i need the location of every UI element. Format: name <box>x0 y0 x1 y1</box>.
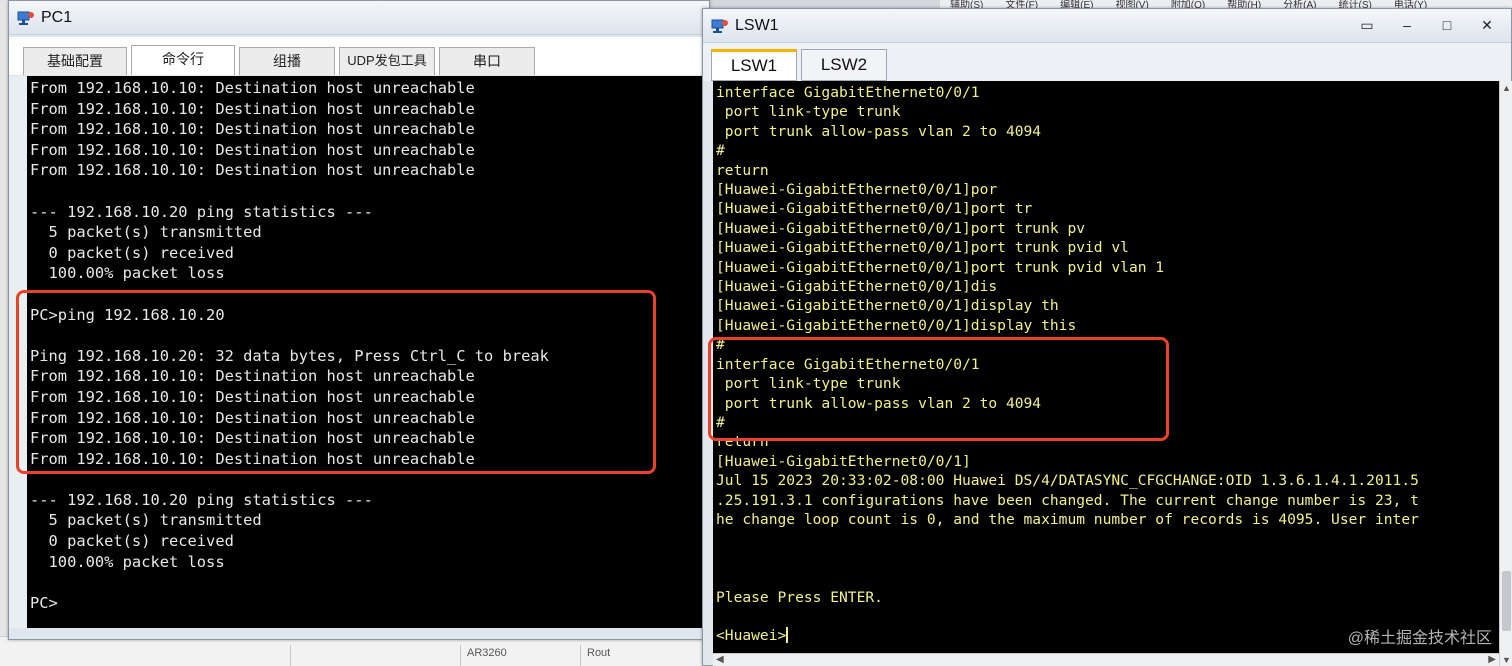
terminal-line: Ping 192.168.10.20: 32 data bytes, Press… <box>30 346 549 365</box>
terminal-line: interface GigabitEthernet0/0/1 <box>716 355 980 373</box>
tab-lsw1[interactable]: LSW1 <box>711 49 797 81</box>
terminal-line: .25.191.3.1 configurations have been cha… <box>716 491 1419 509</box>
minimize-button[interactable]: – <box>1393 15 1421 35</box>
terminal-line: From 192.168.10.10: Destination host unr… <box>30 161 475 180</box>
maximize-button[interactable]: □ <box>1433 15 1461 35</box>
terminal-line: From 192.168.10.10: Destination host unr… <box>30 367 475 386</box>
terminal-line: PC> <box>30 593 58 612</box>
pc1-window: PC1 基础配置 命令行 组播 UDP发包工具 串口 From 192.168.… <box>8 0 710 640</box>
scroll-right-icon[interactable]: ▶ <box>1488 654 1496 665</box>
ensp-app-icon <box>17 11 34 25</box>
terminal-line: 0 packet(s) received <box>30 532 234 551</box>
terminal-line: port trunk allow-pass vlan 2 to 4094 <box>716 122 1042 140</box>
tab-multicast[interactable]: 组播 <box>239 47 335 75</box>
pc1-titlebar[interactable]: PC1 <box>9 1 709 35</box>
terminal-line: 100.00% packet loss <box>30 264 225 283</box>
scroll-down-icon[interactable]: ▼ <box>1502 655 1511 665</box>
terminal-line: From 192.168.10.10: Destination host unr… <box>30 79 475 97</box>
background-device-list: AR3260 Rout <box>0 636 710 666</box>
horizontal-scrollbar[interactable]: ◀ ▶ <box>713 653 1499 666</box>
terminal-line: 5 packet(s) transmitted <box>30 223 262 242</box>
terminal-line: [Huawei-GigabitEthernet0/0/1]por <box>716 181 998 199</box>
lsw1-terminal[interactable]: interface GigabitEthernet0/0/1 port link… <box>713 81 1499 653</box>
terminal-line: [Huawei-GigabitEthernet0/0/1]port trunk … <box>716 239 1129 257</box>
tab-command-line[interactable]: 命令行 <box>131 45 235 75</box>
terminal-line: From 192.168.10.10: Destination host unr… <box>30 429 475 448</box>
pc1-left-gutter <box>9 76 27 628</box>
terminal-line: port trunk allow-pass vlan 2 to 4094 <box>716 394 1042 412</box>
terminal-line: PC>ping 192.168.10.20 <box>30 305 225 324</box>
terminal-line: port link-type trunk <box>716 103 901 121</box>
terminal-line: From 192.168.10.10: Destination host unr… <box>30 449 475 468</box>
scroll-up-icon[interactable]: ▲ <box>1502 83 1511 93</box>
terminal-line: [Huawei-GigabitEthernet0/0/1] <box>716 452 971 470</box>
terminal-line: 100.00% packet loss <box>30 552 225 571</box>
terminal-line: Please Press ENTER. <box>716 588 883 606</box>
terminal-line: 0 packet(s) received <box>30 243 234 262</box>
terminal-line: [Huawei-GigabitEthernet0/0/1]dis <box>716 278 998 296</box>
terminal-line: # <box>716 142 725 160</box>
terminal-line: interface GigabitEthernet0/0/1 <box>716 84 980 101</box>
lsw1-titlebar[interactable]: LSW1 ▭ – □ ✕ <box>703 9 1511 43</box>
terminal-line: From 192.168.10.10: Destination host unr… <box>30 140 475 159</box>
terminal-line: --- 192.168.10.20 ping statistics --- <box>30 490 373 509</box>
terminal-line: [Huawei-GigabitEthernet0/0/1]port trunk … <box>716 219 1086 237</box>
watermark: @稀土掘金技术社区 <box>1347 630 1492 647</box>
terminal-line: 5 packet(s) transmitted <box>30 511 262 530</box>
terminal-line: Jul 15 2023 20:33:02-08:00 Huawei DS/4/D… <box>716 472 1419 490</box>
terminal-line: --- 192.168.10.20 ping statistics --- <box>30 202 373 221</box>
terminal-line: From 192.168.10.10: Destination host unr… <box>30 387 475 406</box>
vertical-scrollbar[interactable]: ▲ ▼ <box>1499 81 1512 666</box>
terminal-line: # <box>716 336 725 354</box>
scrollbar-thumb[interactable] <box>1502 571 1511 631</box>
close-button[interactable]: ✕ <box>1473 15 1501 35</box>
scroll-left-icon[interactable]: ◀ <box>716 654 724 665</box>
terminal-line: [Huawei-GigabitEthernet0/0/1]display th <box>716 297 1059 315</box>
lsw1-tab-bar: LSW1 LSW2 <box>703 43 1511 81</box>
device-cell[interactable] <box>290 645 460 666</box>
terminal-line: return <box>716 433 769 451</box>
device-cell-label: AR3260 <box>460 645 580 666</box>
terminal-line: From 192.168.10.10: Destination host unr… <box>30 120 475 139</box>
lsw1-window: LSW1 ▭ – □ ✕ LSW1 LSW2 interface Gigabit… <box>702 8 1512 666</box>
terminal-line: return <box>716 161 769 179</box>
terminal-line: [Huawei-GigabitEthernet0/0/1]display thi… <box>716 316 1077 334</box>
terminal-line: From 192.168.10.10: Destination host unr… <box>30 99 475 118</box>
pc1-terminal[interactable]: From 192.168.10.10: Destination host unr… <box>27 76 703 628</box>
terminal-line: From 192.168.10.10: Destination host unr… <box>30 408 475 427</box>
tab-serial[interactable]: 串口 <box>439 47 535 75</box>
pc1-tab-bar: 基础配置 命令行 组播 UDP发包工具 串口 <box>9 37 709 75</box>
terminal-line: # <box>716 413 725 431</box>
device-cell-label: Rout <box>580 645 640 666</box>
terminal-line: he change loop count is 0, and the maxim… <box>716 510 1419 528</box>
terminal-line: [Huawei-GigabitEthernet0/0/1]port tr <box>716 200 1033 218</box>
tab-basic-config[interactable]: 基础配置 <box>23 47 127 75</box>
lsw1-window-title: LSW1 <box>735 17 779 34</box>
tab-udp-tool[interactable]: UDP发包工具 <box>339 47 435 75</box>
text-cursor <box>786 627 789 644</box>
restore-layout-icon[interactable]: ▭ <box>1353 15 1381 35</box>
terminal-line: [Huawei-GigabitEthernet0/0/1]port trunk … <box>716 258 1165 276</box>
terminal-line: port link-type trunk <box>716 375 901 393</box>
ensp-app-icon <box>711 19 728 33</box>
pc1-window-title: PC1 <box>41 9 73 26</box>
tab-lsw2[interactable]: LSW2 <box>801 49 887 81</box>
